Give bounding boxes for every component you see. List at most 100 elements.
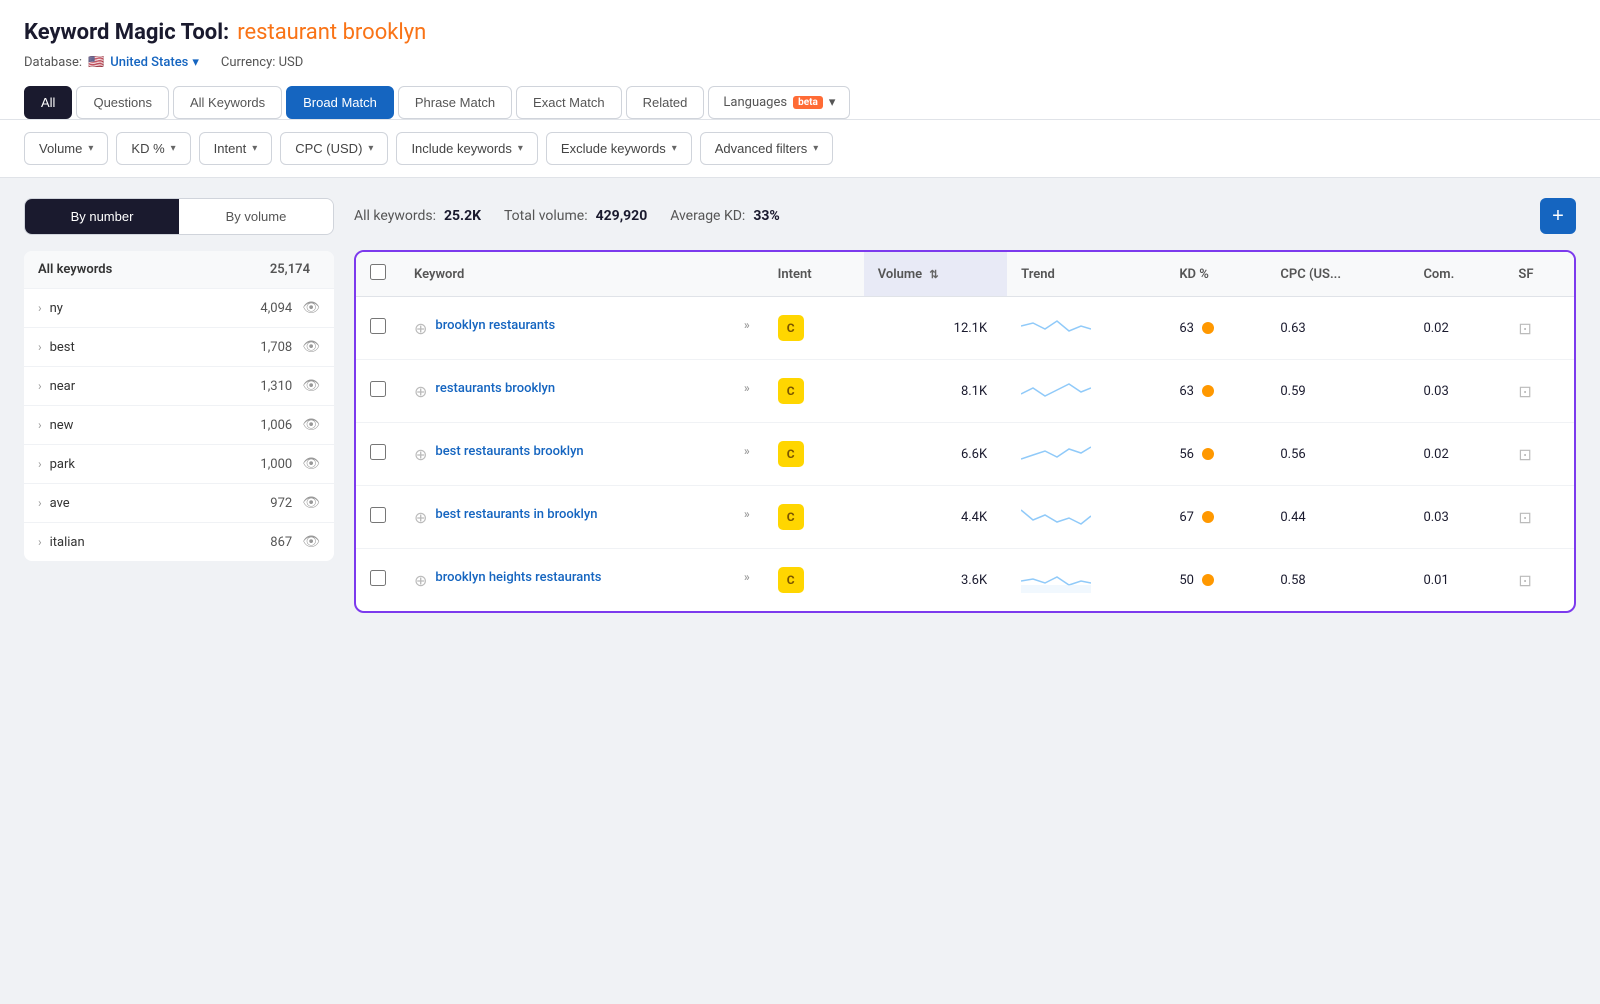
filter-kd[interactable]: KD % ▾	[116, 132, 190, 165]
tabs-row: All Questions All Keywords Broad Match P…	[24, 86, 1576, 119]
row4-serp-icon[interactable]: ⊡	[1518, 508, 1531, 527]
row3-serp-icon[interactable]: ⊡	[1518, 445, 1531, 464]
db-country-link[interactable]: United States ▾	[110, 55, 199, 70]
row1-trend-cell	[1007, 297, 1165, 360]
row5-keyword-link[interactable]: ⊕ brooklyn heights restaurants »	[414, 570, 750, 590]
table-row: ⊕ best restaurants brooklyn » C 6.6K	[356, 423, 1574, 486]
filter-include-keywords[interactable]: Include keywords ▾	[396, 132, 537, 165]
row1-sf-cell: ⊡	[1504, 297, 1574, 360]
flag-icon: 🇺🇸	[88, 55, 104, 70]
sidebar-count-best: 1,708	[260, 340, 292, 355]
row4-keyword-link[interactable]: ⊕ best restaurants in brooklyn »	[414, 507, 750, 527]
filter-exclude-keywords[interactable]: Exclude keywords ▾	[546, 132, 692, 165]
row4-intent-badge: C	[778, 504, 804, 530]
sidebar-label-ave: ave	[50, 496, 271, 511]
eye-park-icon[interactable]: 👁	[302, 456, 320, 472]
sidebar-controls: By number By volume	[24, 198, 334, 235]
cpc-chevron-icon: ▾	[368, 143, 373, 154]
keywords-table: Keyword Intent Volume ⇅ Trend	[356, 252, 1574, 611]
expand-ny-icon[interactable]: ›	[38, 301, 42, 315]
row5-serp-icon[interactable]: ⊡	[1518, 571, 1531, 590]
eye-italian-icon[interactable]: 👁	[302, 534, 320, 550]
row2-com-cell: 0.03	[1409, 360, 1504, 423]
tab-all-keywords[interactable]: All Keywords	[173, 86, 282, 119]
tab-related[interactable]: Related	[626, 86, 705, 119]
row1-kd-value: 63	[1179, 321, 1194, 336]
row5-trend-chart	[1021, 563, 1091, 593]
row4-checkbox[interactable]	[370, 507, 386, 523]
tab-broad-match[interactable]: Broad Match	[286, 86, 394, 119]
row2-trend-cell	[1007, 360, 1165, 423]
row3-intent-cell: C	[764, 423, 864, 486]
expand-park-icon[interactable]: ›	[38, 457, 42, 471]
th-volume[interactable]: Volume ⇅	[864, 252, 1007, 297]
row1-intent-badge: C	[778, 315, 804, 341]
total-volume-label: Total volume:	[504, 208, 588, 224]
filter-intent[interactable]: Intent ▾	[199, 132, 273, 165]
row2-intent-cell: C	[764, 360, 864, 423]
row4-arrows-icon: »	[744, 507, 750, 521]
by-volume-button[interactable]: By volume	[179, 199, 333, 234]
sidebar-count-park: 1,000	[260, 457, 292, 472]
eye-best-icon[interactable]: 👁	[302, 339, 320, 355]
languages-label: Languages	[723, 95, 787, 110]
eye-ny-icon[interactable]: 👁	[302, 300, 320, 316]
by-number-button[interactable]: By number	[25, 199, 179, 234]
row4-trend-chart	[1021, 500, 1091, 530]
row2-keyword-link[interactable]: ⊕ restaurants brooklyn »	[414, 381, 750, 401]
volume-chevron-icon: ▾	[88, 143, 93, 154]
sidebar-item-ny: › ny 4,094 👁	[24, 289, 334, 328]
tab-all[interactable]: All	[24, 86, 72, 119]
row1-checkbox[interactable]	[370, 318, 386, 334]
row5-keyword-name: brooklyn heights restaurants	[435, 570, 739, 585]
all-keywords-label: All keywords:	[354, 208, 436, 224]
total-volume-value: 429,920	[596, 208, 648, 224]
sidebar-item-new: › new 1,006 👁	[24, 406, 334, 445]
expand-best-icon[interactable]: ›	[38, 340, 42, 354]
filter-advanced[interactable]: Advanced filters ▾	[700, 132, 834, 165]
add-to-list-button[interactable]: +	[1540, 198, 1576, 234]
sidebar-item-park: › park 1,000 👁	[24, 445, 334, 484]
sidebar-label-best: best	[50, 340, 261, 355]
th-keyword: Keyword	[400, 252, 764, 297]
all-keywords-value: 25.2K	[444, 208, 481, 224]
row3-checkbox[interactable]	[370, 444, 386, 460]
tab-questions[interactable]: Questions	[76, 86, 169, 119]
tab-exact-match[interactable]: Exact Match	[516, 86, 622, 119]
tab-languages[interactable]: Languages beta ▾	[708, 86, 850, 119]
sidebar-item-near: › near 1,310 👁	[24, 367, 334, 406]
expand-ave-icon[interactable]: ›	[38, 496, 42, 510]
row2-checkbox[interactable]	[370, 381, 386, 397]
row3-intent-badge: C	[778, 441, 804, 467]
row2-volume-cell: 8.1K	[864, 360, 1007, 423]
select-all-checkbox[interactable]	[370, 264, 386, 280]
row4-keyword-name: best restaurants in brooklyn	[435, 507, 739, 522]
th-checkbox	[356, 252, 400, 297]
tab-phrase-match[interactable]: Phrase Match	[398, 86, 512, 119]
row1-keyword-link[interactable]: ⊕ brooklyn restaurants »	[414, 318, 750, 338]
sidebar-item-italian: › italian 867 👁	[24, 523, 334, 561]
filter-volume[interactable]: Volume ▾	[24, 132, 108, 165]
table-row: ⊕ restaurants brooklyn » C 8.1K	[356, 360, 1574, 423]
eye-new-icon[interactable]: 👁	[302, 417, 320, 433]
eye-near-icon[interactable]: 👁	[302, 378, 320, 394]
page-title-query: restaurant brooklyn	[237, 20, 426, 45]
advanced-chevron-icon: ▾	[813, 143, 818, 154]
row1-serp-icon[interactable]: ⊡	[1518, 319, 1531, 338]
row3-keyword-link[interactable]: ⊕ best restaurants brooklyn »	[414, 444, 750, 464]
row1-trend-chart	[1021, 311, 1091, 341]
expand-italian-icon[interactable]: ›	[38, 535, 42, 549]
filter-cpc[interactable]: CPC (USD) ▾	[280, 132, 388, 165]
row5-checkbox-cell	[356, 549, 400, 612]
row5-checkbox[interactable]	[370, 570, 386, 586]
expand-near-icon[interactable]: ›	[38, 379, 42, 393]
row2-serp-icon[interactable]: ⊡	[1518, 382, 1531, 401]
th-trend: Trend	[1007, 252, 1165, 297]
row2-sf-cell: ⊡	[1504, 360, 1574, 423]
eye-ave-icon[interactable]: 👁	[302, 495, 320, 511]
expand-new-icon[interactable]: ›	[38, 418, 42, 432]
row3-keyword-name: best restaurants brooklyn	[435, 444, 739, 459]
row3-trend-cell	[1007, 423, 1165, 486]
sidebar-count-near: 1,310	[260, 379, 292, 394]
row4-intent-cell: C	[764, 486, 864, 549]
